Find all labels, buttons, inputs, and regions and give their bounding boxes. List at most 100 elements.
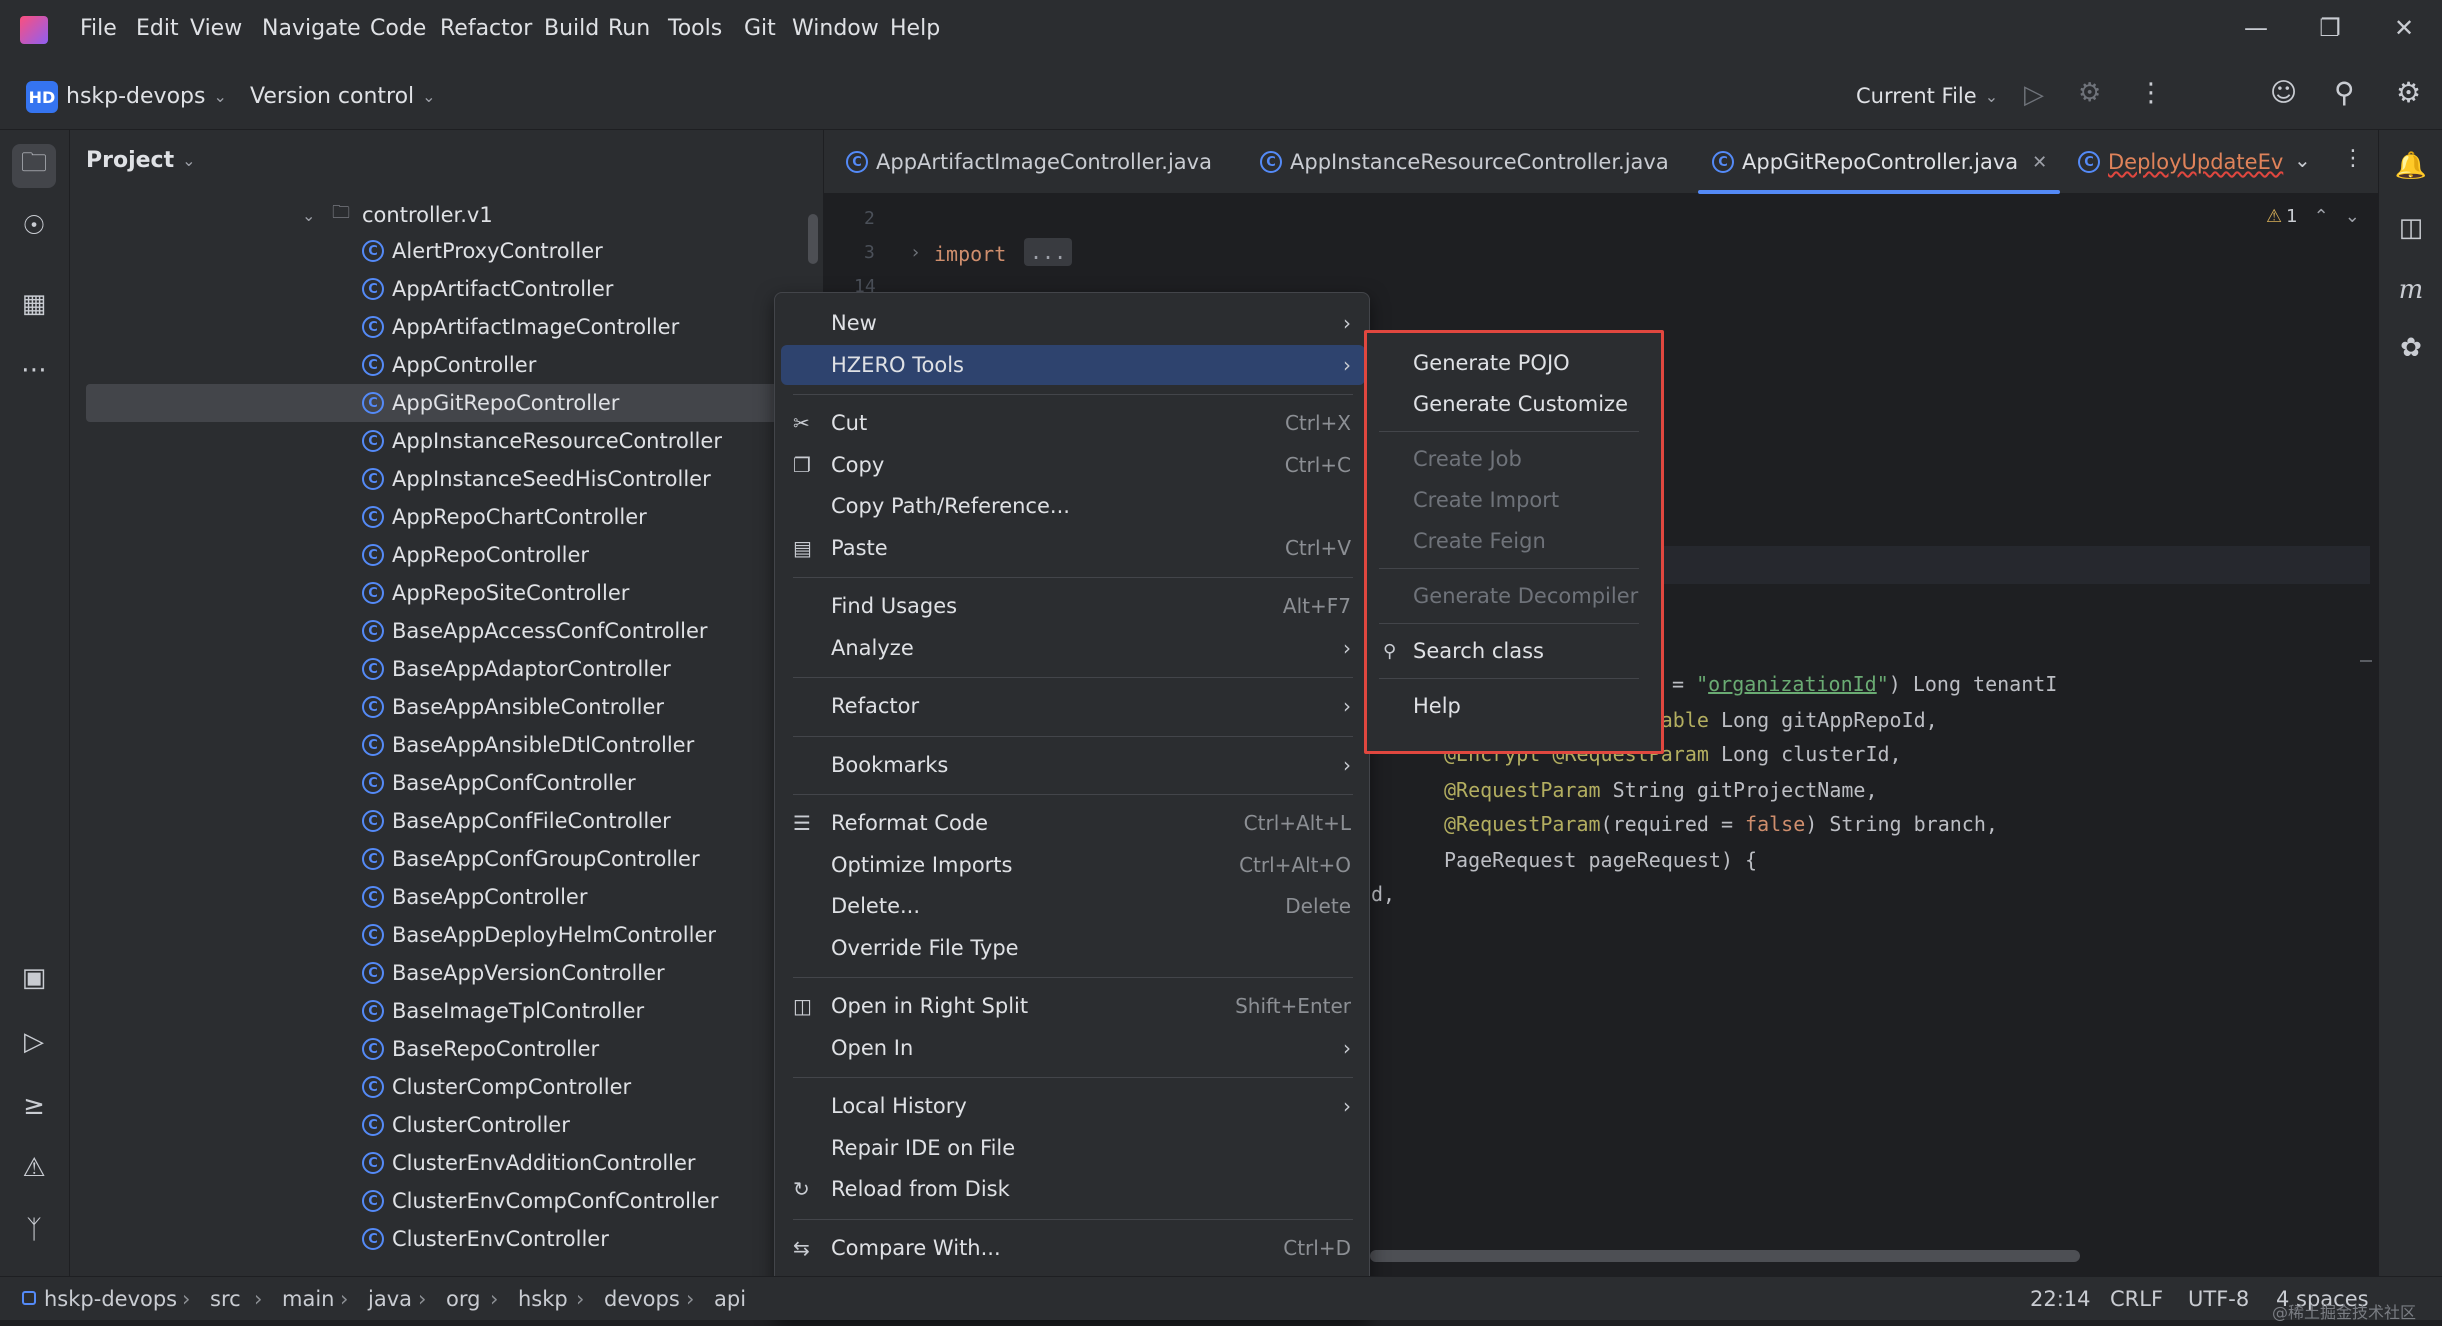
context-menu-item[interactable]: ▤ Paste Ctrl+V: [781, 528, 1365, 568]
tree-item[interactable]: C BaseAppConfController: [70, 764, 824, 802]
menu-edit[interactable]: Edit: [136, 16, 179, 41]
git-branch-icon[interactable]: ᛉ: [12, 1208, 56, 1252]
menu-tools[interactable]: Tools: [668, 16, 722, 41]
context-menu-item[interactable]: Find Usages Alt+F7: [781, 586, 1365, 626]
chevron-up-icon[interactable]: ⌃: [2314, 206, 2329, 227]
warning-indicator[interactable]: ⚠ 1 ⌃ ⌄: [2266, 206, 2360, 227]
add-user-icon[interactable]: ☺: [2270, 78, 2297, 108]
breadcrumb-item[interactable]: java: [368, 1287, 412, 1311]
tree-scrollbar[interactable]: [808, 214, 818, 264]
context-menu-item[interactable]: Local History ›: [781, 1086, 1365, 1126]
context-menu-item[interactable]: Repair IDE on File: [781, 1128, 1365, 1168]
menu-window[interactable]: Window: [792, 16, 879, 41]
database-icon[interactable]: ◫: [2389, 206, 2433, 250]
menu-refactor[interactable]: Refactor: [440, 16, 532, 41]
editor-tab[interactable]: C AppInstanceResourceController.java: [1260, 130, 1669, 194]
tree-item[interactable]: C BaseAppAnsibleController: [70, 688, 824, 726]
project-folder-icon[interactable]: 🗀: [12, 144, 56, 188]
editor-tab[interactable]: C AppArtifactImageController.java: [846, 130, 1212, 194]
menu-navigate[interactable]: Navigate: [262, 16, 361, 41]
context-menu-item[interactable]: Open In ›: [781, 1028, 1365, 1068]
tree-item[interactable]: C BaseAppConfGroupController: [70, 840, 824, 878]
tree-item[interactable]: C BaseAppController: [70, 878, 824, 916]
menu-git[interactable]: Git: [744, 16, 776, 41]
project-badge[interactable]: HD: [26, 81, 58, 113]
tree-item[interactable]: C AppRepoController: [70, 536, 824, 574]
context-menu-item[interactable]: Analyze ›: [781, 628, 1365, 668]
editor-tab[interactable]: C DeployUpdateEv: [2078, 130, 2283, 194]
breadcrumb-item[interactable]: hskp-devops: [44, 1287, 177, 1311]
tab-list-icon[interactable]: ⌄: [2294, 148, 2311, 172]
context-menu-item[interactable]: ✂ Cut Ctrl+X: [781, 403, 1365, 443]
close-window-button[interactable]: ✕: [2384, 14, 2424, 42]
tree-folder[interactable]: ⌄ 🗀 controller.v1: [70, 196, 824, 234]
menu-build[interactable]: Build: [544, 16, 599, 41]
submenu-item[interactable]: Generate Customize: [1375, 384, 1653, 424]
plugin-icon[interactable]: ✿: [2389, 326, 2433, 370]
tree-item[interactable]: C AppInstanceResourceController: [70, 422, 824, 460]
editor-hscroll[interactable]: [1370, 1250, 2080, 1262]
terminal-window-icon[interactable]: ▣: [12, 956, 56, 1000]
tree-item[interactable]: C ClusterEnvCompConfController: [70, 1182, 824, 1220]
tree-item[interactable]: C AppGitRepoController: [86, 384, 796, 422]
editor-tab[interactable]: C AppGitRepoController.java ✕: [1698, 130, 2060, 194]
close-tab-icon[interactable]: ✕: [2032, 152, 2047, 173]
breadcrumb-item[interactable]: hskp: [518, 1287, 568, 1311]
debug-icon[interactable]: ⚙: [2078, 78, 2101, 108]
breadcrumb-item[interactable]: src: [210, 1287, 241, 1311]
tree-item[interactable]: C BaseAppDeployHelmController: [70, 916, 824, 954]
tree-item[interactable]: C BaseAppConfFileController: [70, 802, 824, 840]
menu-run[interactable]: Run: [608, 16, 650, 41]
tree-item[interactable]: C AppInstanceSeedHisController: [70, 460, 824, 498]
tree-item[interactable]: C BaseAppAdaptorController: [70, 650, 824, 688]
file-encoding[interactable]: UTF-8: [2188, 1287, 2249, 1311]
tree-item[interactable]: C BaseRepoController: [70, 1030, 824, 1068]
chevron-down-icon[interactable]: ⌄: [2345, 206, 2360, 227]
tree-item[interactable]: C BaseAppAnsibleDtlController: [70, 726, 824, 764]
more-actions-icon[interactable]: ⋮: [2138, 78, 2164, 108]
breadcrumb-item[interactable]: api: [714, 1287, 746, 1311]
tree-item[interactable]: C BaseImageTplController: [70, 992, 824, 1030]
editor-vscroll[interactable]: [2360, 660, 2372, 662]
submenu-item[interactable]: Help: [1375, 686, 1653, 726]
submenu-item[interactable]: Generate POJO: [1375, 343, 1653, 383]
project-panel-header[interactable]: Project ⌄: [86, 148, 196, 173]
menu-view[interactable]: View: [190, 16, 242, 41]
context-menu-item[interactable]: ◫ Open in Right Split Shift+Enter: [781, 986, 1365, 1026]
tree-item[interactable]: C AppRepoSiteController: [70, 574, 824, 612]
context-menu-item[interactable]: New ›: [781, 303, 1365, 343]
context-menu-item[interactable]: Copy Path/Reference...: [781, 486, 1365, 526]
context-menu-item[interactable]: ❐ Copy Ctrl+C: [781, 445, 1365, 485]
tree-item[interactable]: C AppArtifactController: [70, 270, 824, 308]
cursor-position[interactable]: 22:14: [2030, 1287, 2091, 1311]
tree-item[interactable]: C ClusterEnvController: [70, 1220, 824, 1258]
commit-icon[interactable]: ☉: [12, 204, 56, 248]
context-menu-item[interactable]: Override File Type: [781, 928, 1365, 968]
more-tools-icon[interactable]: ⋯: [12, 348, 56, 392]
tree-item[interactable]: C BaseAppVersionController: [70, 954, 824, 992]
menu-code[interactable]: Code: [370, 16, 426, 41]
breadcrumb-item[interactable]: devops: [604, 1287, 680, 1311]
breadcrumb-item[interactable]: org: [446, 1287, 480, 1311]
tree-item[interactable]: C AppController: [70, 346, 824, 384]
tree-item[interactable]: C BaseAppAccessConfController: [70, 612, 824, 650]
context-menu-item[interactable]: HZERO Tools ›: [781, 344, 1365, 385]
context-menu-item[interactable]: Refactor ›: [781, 686, 1365, 726]
run-icon[interactable]: ▷: [2024, 80, 2044, 110]
tree-item[interactable]: C ClusterEnvAdditionController: [70, 1144, 824, 1182]
tree-item[interactable]: C AlertProxyController: [70, 232, 824, 270]
run-config-selector[interactable]: Current File ⌄: [1856, 84, 1998, 108]
tree-item[interactable]: C AppRepoChartController: [70, 498, 824, 536]
tree-item[interactable]: C ClusterController: [70, 1106, 824, 1144]
search-icon[interactable]: ⚲: [2334, 76, 2355, 109]
terminal-icon[interactable]: ≥: [12, 1084, 56, 1128]
line-separator[interactable]: CRLF: [2110, 1287, 2163, 1311]
app-logo-icon[interactable]: [20, 16, 48, 44]
problems-icon[interactable]: ⚠: [12, 1146, 56, 1190]
context-menu-item[interactable]: ☰ Reformat Code Ctrl+Alt+L: [781, 803, 1365, 843]
settings-icon[interactable]: ⚙: [2396, 76, 2421, 109]
restore-button[interactable]: ❐: [2310, 14, 2350, 42]
maven-icon[interactable]: m: [2389, 268, 2433, 312]
context-menu-item[interactable]: Bookmarks ›: [781, 745, 1365, 785]
services-icon[interactable]: ▷: [12, 1020, 56, 1064]
